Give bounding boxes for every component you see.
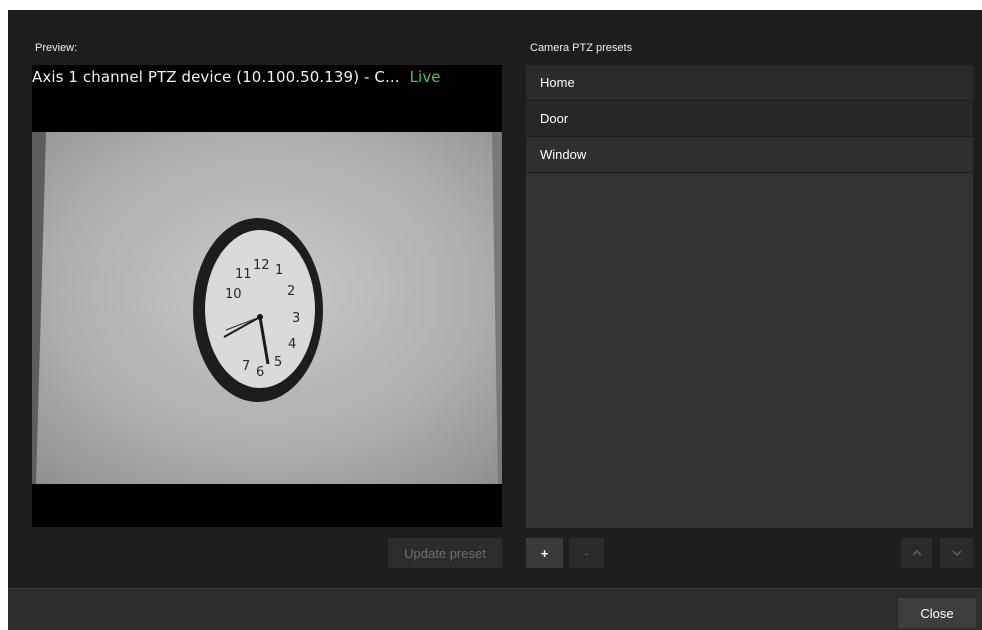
close-button[interactable]: Close [898,598,976,628]
preset-item-window[interactable]: Window [526,137,973,173]
preset-item-door[interactable]: Door [526,101,973,137]
move-down-button[interactable] [940,538,973,568]
preset-list: Home Door Window [526,65,973,528]
camera-feed-image: 12 1 2 3 4 5 6 7 10 11 [32,132,502,484]
remove-preset-button[interactable]: - [569,538,604,568]
clock-numeral: 12 [253,258,270,273]
chevron-up-icon [911,549,922,556]
move-up-button[interactable] [901,538,932,568]
ptz-presets-dialog: Preview: Camera PTZ presets Axis 1 chann… [8,10,982,630]
preset-item-home[interactable]: Home [526,65,973,101]
clock-numeral: 10 [225,287,242,302]
chevron-down-icon [951,550,962,557]
camera-title-bar: Axis 1 channel PTZ device (10.100.50.139… [32,68,502,86]
video-preview: Axis 1 channel PTZ device (10.100.50.139… [32,65,502,527]
dialog-footer [8,588,982,630]
clock-numeral: 7 [242,359,250,374]
add-preset-button[interactable]: + [526,538,563,568]
clock-numeral: 6 [256,365,264,380]
clock-numeral: 1 [275,263,283,278]
camera-title: Axis 1 channel PTZ device (10.100.50.139… [32,68,400,86]
presets-label: Camera PTZ presets [530,42,633,54]
live-status: Live [409,68,441,86]
clock-numeral: 4 [288,337,296,352]
clock-numeral: 5 [274,355,282,370]
wall-clock: 12 1 2 3 4 5 6 7 10 11 [193,218,323,402]
clock-numeral: 2 [287,284,295,299]
clock-numeral: 11 [235,267,252,282]
preview-label: Preview: [35,42,78,54]
clock-numeral: 3 [292,311,300,326]
update-preset-button[interactable]: Update preset [388,538,502,568]
